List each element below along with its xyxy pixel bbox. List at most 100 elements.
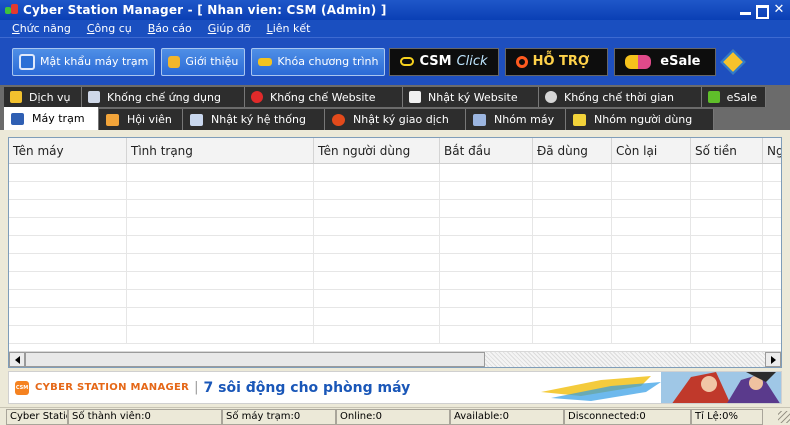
table-cell: [691, 200, 763, 217]
minimize-icon[interactable]: [738, 3, 752, 17]
table-cell: [612, 290, 691, 307]
lock-key-icon: [258, 57, 273, 66]
table-row[interactable]: [9, 290, 781, 308]
resize-grip[interactable]: [778, 410, 790, 423]
table-cell: [612, 272, 691, 289]
table-cell: [127, 218, 314, 235]
workstation-password-button[interactable]: Mật khẩu máy trạm: [12, 47, 156, 76]
col-tinh-trang[interactable]: Tình trạng: [127, 138, 314, 163]
col-so-tien[interactable]: Số tiền: [691, 138, 763, 163]
status-members: Số thành viên:0: [68, 408, 222, 425]
service-icon: [10, 91, 22, 103]
tab-nhat-ky-website[interactable]: Nhật ký Website: [403, 87, 539, 107]
member-icon: [106, 113, 119, 126]
tab-may-tram[interactable]: Máy trạm: [4, 107, 99, 130]
promo-banner[interactable]: CSM CYBER STATION MANAGER | 7 sôi động c…: [8, 371, 782, 404]
table-cell: [9, 254, 127, 271]
csm-logo: CSM: [15, 380, 29, 395]
table-row[interactable]: [9, 164, 781, 182]
intro-button[interactable]: Giới thiệu: [161, 47, 246, 76]
table-cell: [314, 326, 440, 343]
col-ten-may[interactable]: Tên máy: [9, 138, 127, 163]
esale-button[interactable]: eSale: [614, 47, 716, 76]
maximize-icon[interactable]: [755, 3, 769, 17]
table-cell: [9, 200, 127, 217]
workstation-grid[interactable]: Tên máy Tình trạng Tên người dùng Bắt đầ…: [8, 137, 782, 368]
table-cell: [440, 200, 533, 217]
close-icon[interactable]: ✕: [772, 3, 786, 17]
table-cell: [691, 272, 763, 289]
menu-bao-cao[interactable]: Báo cáo: [148, 22, 192, 35]
tab-dich-vu[interactable]: Dịch vụ: [4, 87, 82, 107]
col-ng[interactable]: Ng: [763, 138, 781, 163]
tab-row-2: Máy trạm Hội viên Nhật ký hệ thống Nhật …: [0, 107, 790, 130]
status-ratio: Tỉ Lệ:0%: [691, 408, 763, 425]
globe-icon[interactable]: [719, 48, 746, 75]
col-bat-dau[interactable]: Bắt đầu: [440, 138, 533, 163]
support-button[interactable]: HỖ TRỢ: [504, 47, 609, 76]
table-row[interactable]: [9, 272, 781, 290]
table-cell: [763, 164, 781, 181]
status-app-name: Cyber Station Manager: [6, 408, 68, 425]
table-cell: [314, 236, 440, 253]
table-cell: [691, 254, 763, 271]
table-row[interactable]: [9, 200, 781, 218]
table-row[interactable]: [9, 236, 781, 254]
tab-hoi-vien[interactable]: Hội viên: [99, 109, 183, 130]
scroll-track[interactable]: [485, 352, 765, 367]
tab-esale[interactable]: eSale: [702, 87, 766, 107]
scroll-left-button[interactable]: [9, 352, 25, 367]
menu-chuc-nang[interactable]: Chức năng: [12, 22, 71, 35]
table-row[interactable]: [9, 326, 781, 344]
table-cell: [127, 272, 314, 289]
table-row[interactable]: [9, 308, 781, 326]
table-cell: [9, 236, 127, 253]
col-da-dung[interactable]: Đã dùng: [533, 138, 612, 163]
toolbar: Mật khẩu máy trạm Giới thiệu Khóa chương…: [0, 37, 790, 85]
time-control-icon: [545, 91, 557, 103]
tab-khong-che-thoi-gian[interactable]: Khống chế thời gian: [539, 87, 702, 107]
table-cell: [612, 200, 691, 217]
table-cell: [440, 164, 533, 181]
table-cell: [440, 308, 533, 325]
table-cell: [763, 326, 781, 343]
table-cell: [127, 182, 314, 199]
tab-nhat-ky-he-thong[interactable]: Nhật ký hệ thống: [183, 109, 325, 130]
table-cell: [763, 272, 781, 289]
intro-icon: [168, 55, 181, 68]
esale-icon: [708, 91, 720, 103]
menu-giup-do[interactable]: Giúp đỡ: [208, 22, 251, 35]
horizontal-scrollbar[interactable]: [9, 351, 781, 367]
table-cell: [533, 254, 612, 271]
table-cell: [314, 182, 440, 199]
tab-nhom-may[interactable]: Nhóm máy: [466, 109, 566, 130]
menu-lien-ket[interactable]: Liên kết: [267, 22, 311, 35]
col-con-lai[interactable]: Còn lại: [612, 138, 691, 163]
table-cell: [691, 182, 763, 199]
menu-cong-cu[interactable]: Công cụ: [87, 22, 132, 35]
tab-nhat-ky-giao-dich[interactable]: Nhật ký giao dịch: [325, 109, 466, 130]
scroll-right-button[interactable]: [765, 352, 781, 367]
tab-khong-che-website[interactable]: Khống chế Website: [245, 87, 403, 107]
table-row[interactable]: [9, 218, 781, 236]
table-cell: [127, 290, 314, 307]
table-cell: [763, 236, 781, 253]
csm-click-button[interactable]: CSM Click: [389, 47, 499, 76]
table-cell: [440, 254, 533, 271]
lock-program-button[interactable]: Khóa chương trình: [251, 47, 386, 76]
key-monitor-icon: [19, 53, 35, 70]
table-cell: [440, 272, 533, 289]
col-ten-nguoi-dung[interactable]: Tên người dùng: [314, 138, 440, 163]
tab-nhom-nguoi-dung[interactable]: Nhóm người dùng: [566, 109, 714, 130]
scroll-thumb[interactable]: [25, 352, 485, 367]
table-row[interactable]: [9, 182, 781, 200]
tab-khong-che-ung-dung[interactable]: Khống chế ứng dụng: [82, 87, 245, 107]
grid-header: Tên máy Tình trạng Tên người dùng Bắt đầ…: [9, 138, 781, 164]
table-row[interactable]: [9, 254, 781, 272]
table-cell: [612, 218, 691, 235]
table-cell: [533, 236, 612, 253]
website-block-icon: [251, 91, 263, 103]
table-cell: [691, 236, 763, 253]
banner-brand: CYBER STATION MANAGER: [35, 382, 190, 393]
table-cell: [533, 182, 612, 199]
